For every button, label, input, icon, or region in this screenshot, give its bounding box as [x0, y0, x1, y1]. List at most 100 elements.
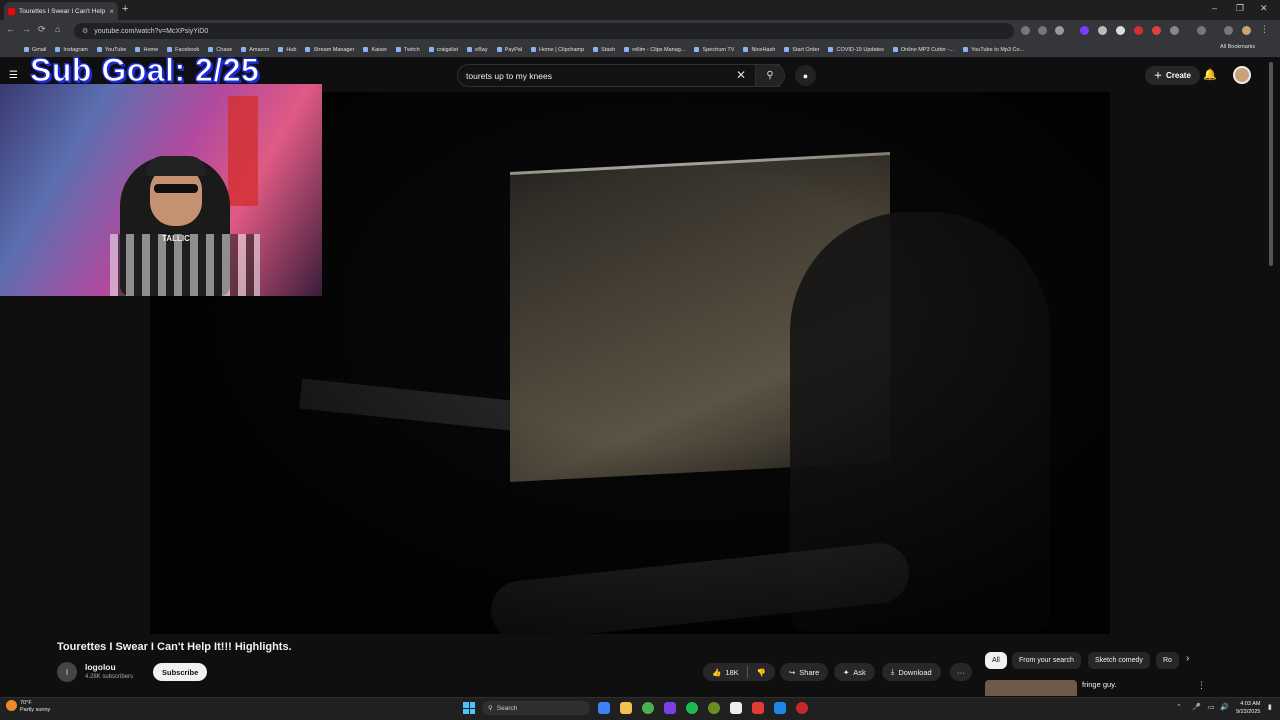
clear-search-icon[interactable]: ✕: [736, 68, 746, 82]
notifications-icon[interactable]: 🔔: [1203, 68, 1217, 81]
restore-icon[interactable]: ❐: [1236, 3, 1244, 14]
extension-icon[interactable]: [1080, 26, 1089, 35]
page-scrollbar[interactable]: [1269, 62, 1273, 266]
bookmark[interactable]: PayPal: [496, 47, 522, 53]
spotify-icon[interactable]: [686, 702, 698, 714]
bookmark-icon: [24, 47, 29, 52]
sidepanel-icon[interactable]: [1197, 26, 1206, 35]
bookmark[interactable]: COVID-19 Updates: [828, 47, 884, 53]
downloads-icon[interactable]: [1224, 26, 1233, 35]
system-clock[interactable]: 4:03 AM 9/23/2025: [1236, 700, 1260, 716]
channel-avatar[interactable]: l: [57, 662, 77, 682]
search-input[interactable]: tourets up to my knees: [457, 64, 780, 87]
close-tab-icon[interactable]: ×: [109, 7, 114, 16]
volume-icon[interactable]: 🔊: [1220, 703, 1229, 711]
bookmark-icon: [624, 47, 630, 52]
chip-truncated[interactable]: Ro: [1156, 652, 1179, 669]
channel-name[interactable]: logolou: [85, 662, 116, 672]
network-icon[interactable]: ▭: [1208, 703, 1215, 711]
app-icon[interactable]: [730, 702, 742, 714]
file-explorer-icon[interactable]: [620, 702, 632, 714]
bookmark[interactable]: Start Order: [784, 47, 819, 53]
recommendation-thumbnail[interactable]: [985, 680, 1077, 696]
twitch-icon[interactable]: [664, 702, 676, 714]
steam-icon[interactable]: [774, 702, 786, 714]
extension-icon[interactable]: [1116, 26, 1125, 35]
bookmark[interactable]: Stash: [593, 47, 615, 53]
avatar[interactable]: [1233, 66, 1251, 84]
thumbs-down-icon: 👎: [756, 667, 766, 677]
bookmark[interactable]: eBay: [467, 47, 488, 53]
voice-search-icon[interactable]: ●: [795, 65, 816, 86]
profile-icon[interactable]: [1242, 26, 1251, 35]
tray-chevron-icon[interactable]: ⌃: [1176, 703, 1182, 711]
copilot-icon[interactable]: [598, 702, 610, 714]
browser-tab[interactable]: Tourettes I Swear I Can't Help ×: [4, 2, 118, 20]
bookmark-icon: [963, 47, 969, 52]
chevron-right-icon[interactable]: ›: [1186, 653, 1189, 664]
chrome-icon[interactable]: [642, 702, 654, 714]
bookmark[interactable]: YouTube to Mp3 Co...: [963, 47, 1024, 53]
download-button[interactable]: ⤓ Download: [882, 663, 941, 681]
back-icon[interactable]: ←: [6, 24, 15, 34]
forward-icon[interactable]: →: [22, 24, 31, 34]
microphone-icon[interactable]: 🎤: [1192, 703, 1201, 711]
chip-all[interactable]: All: [985, 652, 1007, 669]
bookmark[interactable]: Online MP3 Cutter -...: [892, 47, 954, 53]
windows-start-icon[interactable]: [463, 702, 475, 714]
plus-icon: ＋: [1154, 71, 1162, 80]
bookmark[interactable]: NiceHash: [743, 47, 775, 53]
notification-center-icon[interactable]: ▮: [1268, 703, 1272, 711]
close-window-icon[interactable]: ✕: [1260, 3, 1268, 14]
site-info-icon[interactable]: ⚙: [82, 27, 88, 35]
home-icon[interactable]: ⌂: [55, 24, 60, 34]
webcam-shirt-text: TALLIC: [162, 234, 190, 243]
app-icon[interactable]: [752, 702, 764, 714]
bookmark[interactable]: Hub: [278, 47, 296, 53]
more-actions-button[interactable]: ···: [950, 663, 972, 681]
extension-icon[interactable]: [1098, 26, 1107, 35]
zoom-icon[interactable]: [1038, 26, 1047, 35]
subscribe-button[interactable]: Subscribe: [153, 663, 208, 681]
all-bookmarks-button[interactable]: All Bookmarks: [1216, 44, 1256, 50]
like-button[interactable]: 👍 18K: [712, 668, 739, 677]
create-button[interactable]: ＋ Create: [1145, 66, 1200, 85]
chip-from-your-search[interactable]: From your search: [1012, 652, 1081, 669]
chip-sketch-comedy[interactable]: Sketch comedy: [1088, 652, 1150, 669]
app-icon[interactable]: [796, 702, 808, 714]
recommendation-title[interactable]: fringe guy.: [1082, 680, 1116, 689]
cast-icon[interactable]: [1021, 26, 1030, 35]
star-icon[interactable]: [1055, 26, 1064, 35]
bookmark[interactable]: Home | Clipchamp: [531, 47, 584, 53]
bookmark-icon: [892, 47, 898, 52]
bookmark[interactable]: Spectrum TV: [694, 47, 734, 53]
minimize-icon[interactable]: –: [1212, 3, 1217, 13]
menu-icon[interactable]: ☰: [9, 70, 18, 81]
weather-sun-icon[interactable]: [6, 700, 17, 711]
bookmark[interactable]: Twitch: [396, 47, 420, 53]
bookmark-icon: [305, 47, 311, 52]
bookmark-icon: [278, 47, 284, 52]
weather-widget[interactable]: 70°F Partly sunny: [20, 700, 50, 714]
bookmark-icon: [363, 47, 369, 52]
app-icon[interactable]: [708, 702, 720, 714]
bookmark[interactable]: Stream Manager: [305, 47, 354, 53]
ask-button[interactable]: ✦ Ask: [834, 663, 875, 681]
url-bar[interactable]: ⚙ youtube.com/watch?v=McXPsiyYiD0: [74, 23, 1014, 39]
new-tab-button[interactable]: +: [122, 3, 128, 15]
search-button[interactable]: ⚲: [755, 64, 785, 87]
bookmark[interactable]: rellim - Clips Manag...: [624, 47, 685, 53]
webcam-plaid-shirt: [110, 234, 260, 296]
bookmark[interactable]: Kaiser: [363, 47, 387, 53]
taskbar-search[interactable]: ⚲ Search: [482, 701, 590, 715]
extensions-puzzle-icon[interactable]: [1170, 26, 1179, 35]
extension-icon[interactable]: [1152, 26, 1161, 35]
share-button[interactable]: ↪ Share: [780, 663, 829, 681]
dislike-button[interactable]: 👎: [757, 668, 766, 677]
extension-icon[interactable]: [1134, 26, 1143, 35]
more-vert-icon[interactable]: ⋮: [1197, 680, 1206, 691]
reload-icon[interactable]: ⟳: [38, 24, 46, 35]
chrome-menu-icon[interactable]: ⋮: [1260, 24, 1269, 35]
bookmark-icon: [428, 47, 434, 52]
bookmark[interactable]: craigslist: [428, 47, 458, 53]
